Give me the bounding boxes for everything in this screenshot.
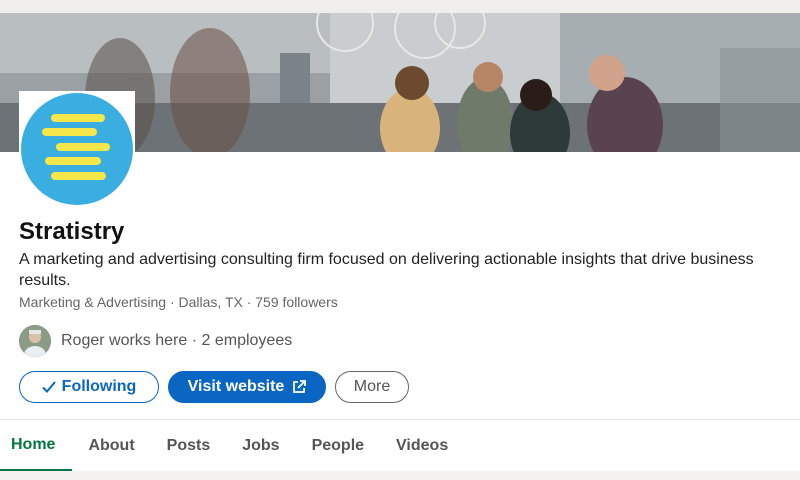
more-button[interactable]: More [335,371,409,403]
action-buttons: Following Visit website More [19,371,409,403]
visit-website-button[interactable]: Visit website [168,371,326,403]
check-icon [41,380,56,394]
company-name: Stratistry [19,218,125,245]
following-label: Following [61,378,137,395]
page-tabs: Home About Posts Jobs People Videos [0,420,464,471]
employees-row[interactable]: Roger works here · 2 employees [19,325,292,357]
company-meta[interactable]: Marketing & Advertising · Dallas, TX · 7… [19,294,338,310]
top-strip [0,0,800,13]
tab-posts[interactable]: Posts [151,420,227,471]
company-logo [19,91,135,207]
visit-website-label: Visit website [187,378,285,395]
tab-about[interactable]: About [72,420,150,471]
external-link-icon [292,380,307,394]
employees-text: Roger works here · 2 employees [61,332,293,349]
tab-jobs[interactable]: Jobs [226,420,295,471]
avatar [19,325,51,357]
tab-people[interactable]: People [296,420,380,471]
tab-videos[interactable]: Videos [380,420,464,471]
company-card: Stratistry A marketing and advertising c… [0,13,800,471]
tab-home[interactable]: Home [0,420,73,471]
following-button[interactable]: Following [19,371,159,403]
company-tagline: A marketing and advertising consulting f… [19,251,754,289]
